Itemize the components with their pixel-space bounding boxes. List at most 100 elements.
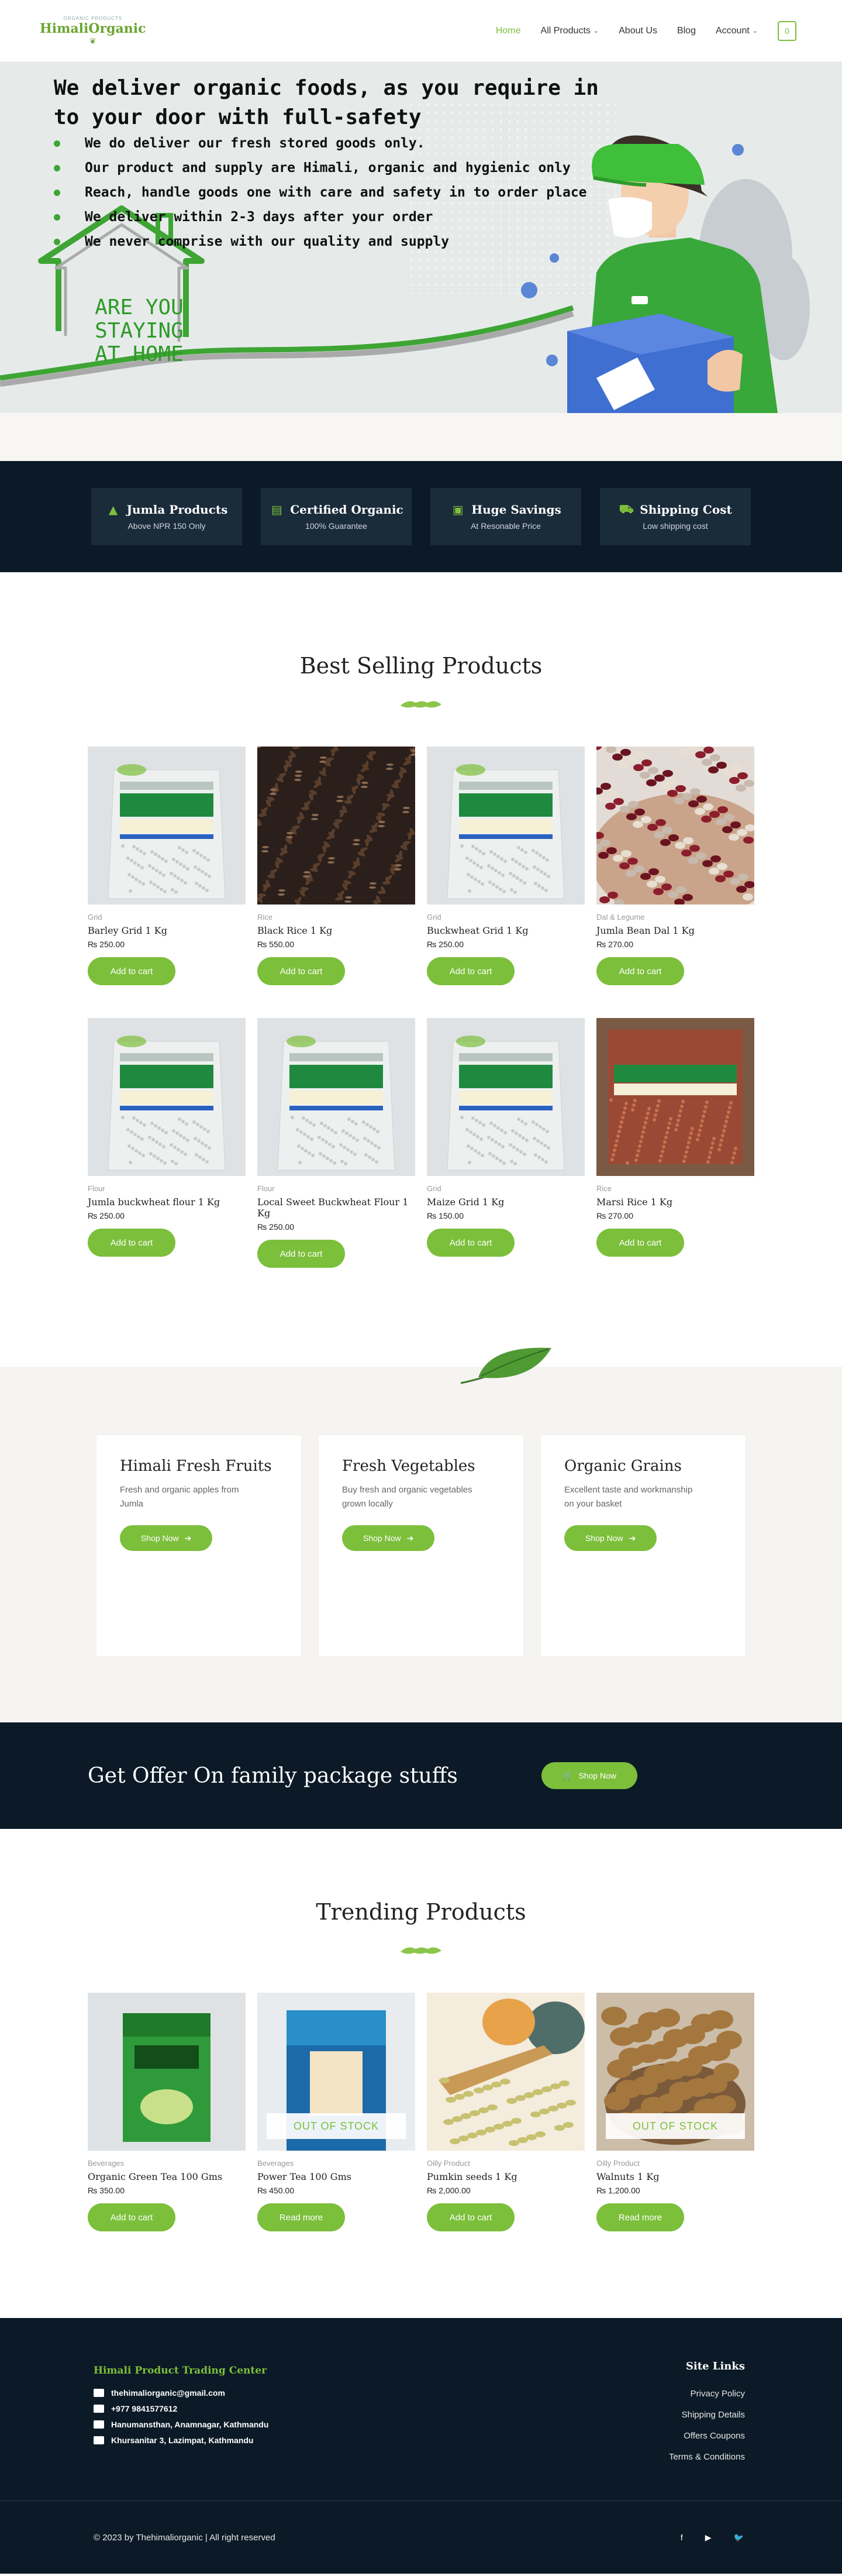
nav-blog[interactable]: Blog (677, 26, 696, 36)
product-name[interactable]: Jumla buckwheat flour 1 Kg (88, 1196, 246, 1208)
product-image[interactable] (88, 747, 246, 904)
product-image[interactable]: OUT OF STOCK (596, 1993, 754, 2151)
product-name[interactable]: Local Sweet Buckwheat Flour 1 Kg (257, 1196, 415, 1219)
product-image[interactable] (88, 1993, 246, 2151)
offer-shop-now-button[interactable]: 🛒 Shop Now (541, 1762, 638, 1789)
product-image[interactable] (427, 1993, 585, 2151)
product-image[interactable] (596, 747, 754, 904)
mountain-icon: ▲ (108, 503, 118, 517)
hero-point: Reach, handle goods one with care and sa… (54, 180, 587, 205)
footer-link-privacy[interactable]: Privacy Policy (669, 2389, 745, 2399)
add-to-cart-button[interactable]: Add to cart (88, 2203, 175, 2231)
facebook-icon[interactable]: f (681, 2533, 683, 2543)
add-to-cart-button[interactable]: Add to cart (596, 957, 684, 985)
read-more-button[interactable]: Read more (257, 2203, 345, 2231)
footer-contact-row: thehimaliorganic@gmail.com (94, 2388, 268, 2398)
product-name[interactable]: Pumkin seeds 1 Kg (427, 2171, 585, 2182)
footer-link-shipping[interactable]: Shipping Details (669, 2410, 745, 2420)
product-category: Oilly Product (596, 2159, 640, 2168)
footer-contact-row: Khursanitar 3, Lazimpat, Kathmandu (94, 2436, 268, 2445)
product-image[interactable]: OUT OF STOCK (257, 1993, 415, 2151)
product-category: Rice (257, 913, 273, 921)
cart-button[interactable]: 0 (778, 20, 796, 41)
product-image[interactable] (88, 1018, 246, 1176)
bullet-icon (54, 238, 60, 245)
nav-all-products[interactable]: All Products ⌄ (541, 26, 599, 36)
site-logo[interactable]: ORGANIC PRODUCTS HimaliOrganic ❦ (40, 16, 146, 46)
footer-link-offers[interactable]: Offers Coupons (669, 2431, 745, 2441)
product-name[interactable]: Walnuts 1 Kg (596, 2171, 754, 2182)
feature-title: Huge Savings (471, 503, 561, 517)
bullet-icon (54, 140, 60, 147)
product-name[interactable]: Barley Grid 1 Kg (88, 925, 246, 936)
shop-now-button[interactable]: Shop Now ➔ (342, 1525, 435, 1551)
stay-home-line: AT HOME (95, 342, 184, 366)
add-to-cart-button[interactable]: Add to cart (427, 957, 515, 985)
product-image[interactable] (427, 1018, 585, 1176)
nav-account[interactable]: Account ⌄ (716, 26, 758, 36)
add-to-cart-button[interactable]: Add to cart (427, 1229, 515, 1257)
categories-section: Himali Fresh Fruits Fresh and organic ap… (0, 1347, 842, 1722)
phone-icon (94, 2405, 104, 2413)
add-to-cart-button[interactable]: Add to cart (257, 1240, 345, 1268)
read-more-button[interactable]: Read more (596, 2203, 684, 2231)
copyright-text: © 2023 by Thehimaliorganic | All right r… (94, 2532, 275, 2543)
add-to-cart-button[interactable]: Add to cart (88, 1229, 175, 1257)
add-to-cart-button[interactable]: Add to cart (257, 957, 345, 985)
product-price: ₨ 270.00 (596, 1211, 634, 1220)
contact-text: +977 9841577612 (111, 2404, 178, 2413)
footer-contact-row: Hanumansthan, Anamnagar, Kathmandu (94, 2420, 268, 2429)
contact-text: Hanumansthan, Anamnagar, Kathmandu (111, 2420, 269, 2429)
product-name[interactable]: Power Tea 100 Gms (257, 2171, 415, 2182)
product-price: ₨ 1,200.00 (596, 2186, 640, 2195)
product-category: Rice (596, 1184, 612, 1193)
stay-home-text: ARE YOU STAYING AT HOME (87, 296, 192, 366)
youtube-icon[interactable]: ▶ (705, 2533, 712, 2543)
product-card: Grid Buckwheat Grid 1 Kg ₨ 250.00 Add to… (427, 747, 585, 985)
category-card-vegetables: Fresh Vegetables Buy fresh and organic v… (318, 1435, 524, 1657)
feature-card: ▤ Certified Organic 100% Guarantee (261, 488, 412, 545)
product-name[interactable]: Organic Green Tea 100 Gms (88, 2171, 246, 2182)
cart-icon: 🛒 (563, 1770, 573, 1780)
category-title: Fresh Vegetables (342, 1457, 475, 1475)
feature-subtitle: At Resonable Price (471, 521, 541, 531)
product-card: Grid Barley Grid 1 Kg ₨ 250.00 Add to ca… (88, 747, 246, 985)
money-icon: ▣ (452, 503, 464, 517)
add-to-cart-button[interactable]: Add to cart (596, 1229, 684, 1257)
product-name[interactable]: Maize Grid 1 Kg (427, 1196, 585, 1208)
product-name[interactable]: Marsi Rice 1 Kg (596, 1196, 754, 1208)
shop-now-button[interactable]: Shop Now ➔ (120, 1525, 213, 1551)
footer-link-terms[interactable]: Terms & Conditions (669, 2452, 745, 2462)
product-image[interactable] (257, 1018, 415, 1176)
truck-icon: ⛟ (619, 501, 634, 516)
product-name[interactable]: Buckwheat Grid 1 Kg (427, 925, 585, 936)
logo-leaf-icon: ❦ (89, 36, 96, 46)
button-label: Shop Now (141, 1533, 179, 1543)
product-name[interactable]: Black Rice 1 Kg (257, 925, 415, 936)
leaf-ornament-icon (401, 701, 441, 708)
add-to-cart-button[interactable]: Add to cart (427, 2203, 515, 2231)
shop-now-button[interactable]: Shop Now ➔ (564, 1525, 657, 1551)
product-category: Flour (257, 1184, 275, 1193)
logo-name: HimaliOrganic (40, 20, 146, 36)
leaf-ornament-icon (401, 1947, 441, 1954)
product-image[interactable] (427, 747, 585, 904)
product-image[interactable] (257, 747, 415, 904)
nav-about-us[interactable]: About Us (619, 26, 657, 36)
twitter-icon[interactable]: 🐦 (734, 2533, 744, 2543)
product-name[interactable]: Jumla Bean Dal 1 Kg (596, 925, 754, 936)
feature-title: Jumla Products (126, 503, 228, 517)
product-card: Flour Local Sweet Buckwheat Flour 1 Kg ₨… (257, 1018, 415, 1268)
category-cards: Himali Fresh Fruits Fresh and organic ap… (96, 1435, 746, 1657)
feature-subtitle: 100% Guarantee (305, 521, 367, 531)
main-nav: Home All Products ⌄ About Us Blog Account… (496, 20, 796, 41)
button-label: Shop Now (578, 1771, 617, 1780)
product-card: Grid Maize Grid 1 Kg ₨ 150.00 Add to car… (427, 1018, 585, 1268)
logo-tagline: ORGANIC PRODUCTS (63, 15, 122, 21)
add-to-cart-button[interactable]: Add to cart (88, 957, 175, 985)
nav-home[interactable]: Home (496, 26, 521, 36)
product-image[interactable] (596, 1018, 754, 1176)
product-card: Dal & Legume Jumla Bean Dal 1 Kg ₨ 270.0… (596, 747, 754, 985)
arrow-right-icon: ➔ (184, 1533, 192, 1543)
footer-contact: Himali Product Trading Center thehimalio… (94, 2365, 268, 2451)
